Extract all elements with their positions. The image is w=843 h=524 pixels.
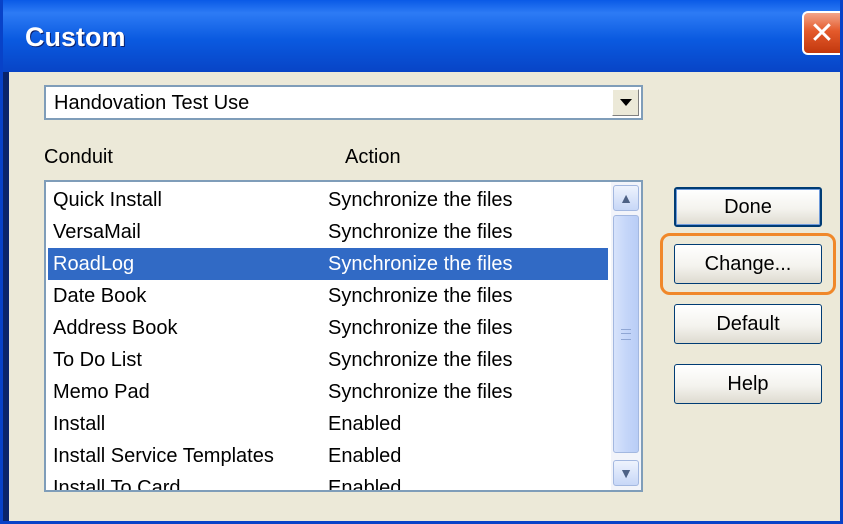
close-icon: ✕ (809, 16, 835, 50)
list-item-selected[interactable]: RoadLog Synchronize the files (48, 248, 608, 280)
list-scrollbar[interactable]: ▲ ▼ (611, 182, 641, 490)
scroll-down-button[interactable]: ▼ (613, 460, 639, 486)
change-button[interactable]: Change... (674, 244, 822, 284)
conduit-column-header: Conduit (44, 146, 113, 168)
conduit-action: Enabled (328, 413, 402, 435)
conduit-name: Date Book (53, 285, 147, 307)
scroll-up-button[interactable]: ▲ (613, 185, 639, 211)
conduit-name: Install Service Templates (53, 445, 274, 467)
list-item[interactable]: To Do List Synchronize the files (48, 344, 608, 376)
scroll-thumb[interactable] (613, 215, 639, 453)
conduit-action: Synchronize the files (328, 253, 513, 275)
close-button[interactable]: ✕ (802, 11, 840, 55)
dropdown-button[interactable] (612, 89, 639, 116)
conduit-name: RoadLog (53, 253, 135, 275)
conduit-action: Synchronize the files (328, 221, 513, 243)
conduit-name: Address Book (53, 317, 178, 339)
conduit-name: VersaMail (53, 221, 141, 243)
grip-icon (621, 328, 631, 340)
conduit-action: Synchronize the files (328, 189, 513, 211)
conduit-action: Enabled (328, 477, 402, 492)
list-item[interactable]: Memo Pad Synchronize the files (48, 376, 608, 408)
done-button[interactable]: Done (674, 187, 822, 227)
chevron-up-icon: ▲ (619, 190, 633, 206)
custom-dialog: Custom ✕ Handovation Test Use Conduit Ac… (0, 0, 843, 524)
conduit-action: Synchronize the files (328, 381, 513, 403)
conduit-name: Memo Pad (53, 381, 150, 403)
conduit-name: To Do List (53, 349, 142, 371)
list-item[interactable]: Quick Install Synchronize the files (48, 184, 608, 216)
list-item[interactable]: Address Book Synchronize the files (48, 312, 608, 344)
title-bar[interactable]: Custom ✕ (3, 0, 840, 72)
conduit-action: Enabled (328, 445, 402, 467)
conduit-name: Quick Install (53, 189, 162, 211)
default-button[interactable]: Default (674, 304, 822, 344)
dialog-title: Custom (25, 22, 126, 52)
action-column-header: Action (345, 146, 401, 168)
conduit-name: Install (53, 413, 106, 435)
list-item[interactable]: Install Enabled (48, 408, 608, 440)
conduit-name: Install To Card (53, 477, 181, 492)
chevron-down-icon (619, 99, 632, 106)
help-button[interactable]: Help (674, 364, 822, 404)
dialog-body: Handovation Test Use Conduit Action Quic… (9, 72, 840, 521)
user-select-value: Handovation Test Use (54, 92, 250, 114)
list-item[interactable]: Install To Card Enabled (48, 472, 608, 492)
list-item[interactable]: VersaMail Synchronize the files (48, 216, 608, 248)
list-item[interactable]: Install Service Templates Enabled (48, 440, 608, 472)
conduit-action: Synchronize the files (328, 317, 513, 339)
conduit-list[interactable]: Quick Install Synchronize the files Vers… (44, 180, 643, 492)
list-item[interactable]: Date Book Synchronize the files (48, 280, 608, 312)
chevron-down-icon: ▼ (619, 465, 633, 481)
user-select[interactable]: Handovation Test Use (44, 85, 643, 120)
conduit-action: Synchronize the files (328, 349, 513, 371)
conduit-action: Synchronize the files (328, 285, 513, 307)
